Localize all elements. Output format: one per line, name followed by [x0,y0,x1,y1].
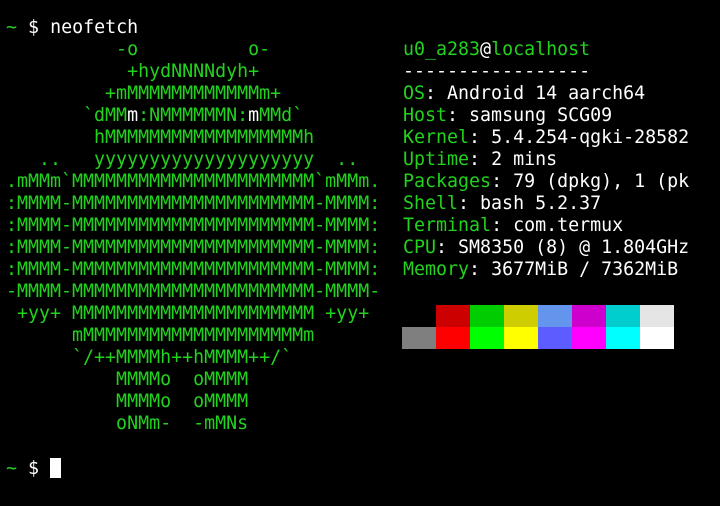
color-swatch [640,305,674,327]
info-colon: : [425,83,448,104]
ascii-row: .. yyyyyyyyyyyyyyyyyyyy .. [6,149,359,170]
ascii-right-eye: m [248,105,260,126]
separator-line: ----------------- [403,61,591,82]
ascii-row: +mMMMMMMMMMMMMm+ [6,83,282,104]
info-value: 3677MiB / 7362MiB [491,259,679,280]
color-swatch [402,305,436,327]
color-swatch [436,327,470,349]
info-key: Shell [403,193,459,214]
username: u0_a283 [403,39,481,60]
info-colon: : [491,171,514,192]
info-value: SM8350 (8) @ 1.804GHz [458,237,690,258]
ascii-row-eyes: `dMMm:NMMMMMMN:mMMd` [6,105,380,127]
ascii-left-eye: m [127,105,139,126]
ascii-row: +yy+ MMMMMMMMMMMMMMMMMMMMMM +yy+ [6,303,370,324]
info-key: Host [403,105,448,126]
color-swatch [402,327,436,349]
info-key: Uptime [403,149,470,170]
info-row-host: Host: samsung SCG09 [403,105,703,127]
color-swatch [538,327,572,349]
color-swatch [470,327,504,349]
info-row-kernel: Kernel: 5.4.254-qgki-28582 [403,127,703,149]
color-swatch [436,305,470,327]
ascii-row: MMMMo oMMMM [6,391,249,412]
ascii-row: `/++MMMMh++hMMMM++/` [6,347,293,368]
android-ascii-logo: -o o- +hydNNNNdyh+ +mMMMMMMMMMMMMm+ `dMM… [6,39,380,435]
info-colon: : [469,259,492,280]
color-swatch [504,305,538,327]
ascii-row: :MMMM-MMMMMMMMMMMMMMMMMMMMMM-MMMM: [6,237,381,258]
ascii-row: -o o- [6,39,271,60]
color-swatch [504,327,538,349]
info-value: Android 14 aarch64 [447,83,646,104]
ascii-row: :MMMM-MMMMMMMMMMMMMMMMMMMMMM-MMMM: [6,193,381,214]
ascii-row: hMMMMMMMMMMMMMMMMMMh [6,127,315,148]
hostname: localhost [491,39,591,60]
ascii-eyes-part2: :NMMMMMMN: [138,105,249,126]
ascii-row: MMMMo oMMMM [6,369,249,390]
prompt-dollar: $ [28,17,40,38]
info-key: Packages [403,171,492,192]
prompt-dollar: $ [28,458,40,479]
color-swatch [606,305,640,327]
color-swatch [606,327,640,349]
color-palette [402,305,674,349]
ascii-row: .mMMm`MMMMMMMMMMMMMMMMMMMMMM`mMMm. [6,171,381,192]
terminal-window[interactable]: ~ $ neofetch -o o- +hydNNNNdyh+ +mMMMMMM… [0,0,720,506]
at-sign: @ [480,39,492,60]
info-colon: : [458,193,481,214]
ascii-row: +hydNNNNdyh+ [6,61,260,82]
text-cursor [50,458,62,478]
info-row-memory: Memory: 3677MiB / 7362MiB [403,259,703,281]
info-row-shell: Shell: bash 5.2.37 [403,193,703,215]
info-key: CPU [403,237,437,258]
info-colon: : [469,127,492,148]
info-colon: : [469,149,492,170]
command-text: neofetch [50,17,139,38]
prompt-tilde: ~ [6,17,18,38]
color-swatch [640,327,674,349]
info-row-cpu: CPU: SM8350 (8) @ 1.804GHz [403,237,703,259]
palette-row-bright [402,327,674,349]
ascii-eyes-part1: `dMM [6,105,128,126]
prompt-tilde: ~ [6,458,18,479]
info-value: samsung SCG09 [469,105,613,126]
info-value: com.termux [513,215,624,236]
info-value: 2 mins [491,149,558,170]
info-row-os: OS: Android 14 aarch64 [403,83,703,105]
info-colon: : [447,105,470,126]
ascii-row: mMMMMMMMMMMMMMMMMMMMMm [6,325,315,346]
ascii-row: -MMMM-MMMMMMMMMMMMMMMMMMMMMM-MMMM- [6,281,381,302]
info-key: Kernel [403,127,470,148]
color-swatch [470,305,504,327]
info-value: 5.4.254-qgki-28582 [491,127,690,148]
info-row-terminal: Terminal: com.termux [403,215,703,237]
ascii-row: :MMMM-MMMMMMMMMMMMMMMMMMMMMM-MMMM: [6,215,381,236]
color-swatch [538,305,572,327]
color-swatch [572,327,606,349]
info-row-uptime: Uptime: 2 mins [403,149,703,171]
info-row-packages: Packages: 79 (dpkg), 1 (pk [403,171,703,193]
info-colon: : [491,215,514,236]
prompt-line-bottom[interactable]: ~ $ [6,458,62,480]
ascii-eyes-part3: MMd` [259,105,304,126]
prompt-line-top: ~ $ neofetch [6,17,138,39]
info-key: Terminal [403,215,492,236]
info-value: 79 (dpkg), 1 (pk [513,171,690,192]
ascii-row: :MMMM-MMMMMMMMMMMMMMMMMMMMMM-MMMM: [6,259,381,280]
palette-row-normal [402,305,674,327]
color-swatch [572,305,606,327]
info-value: bash 5.2.37 [480,193,602,214]
info-colon: : [436,237,459,258]
user-host-line: u0_a283@localhost [403,39,703,61]
ascii-row: oNMm- -mMNs [6,413,249,434]
system-info-panel: u0_a283@localhost ----------------- OS: … [403,39,703,281]
info-key: Memory [403,259,470,280]
info-key: OS [403,83,426,104]
